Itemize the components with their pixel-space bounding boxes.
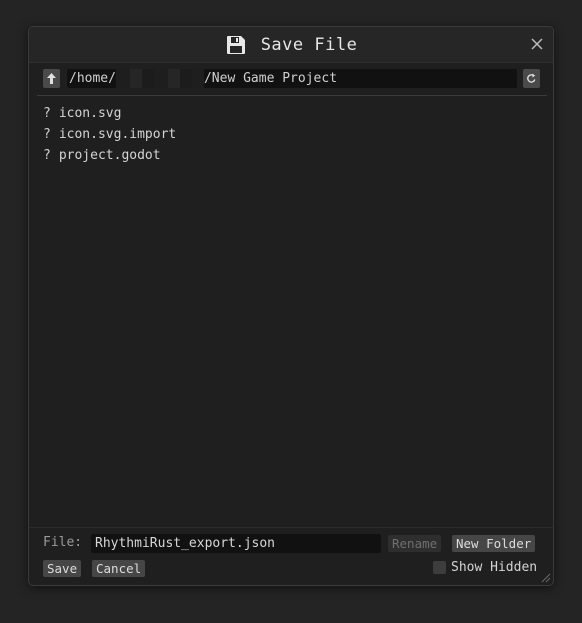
- file-status-marker: ?: [43, 127, 51, 142]
- file-label: File:: [43, 535, 83, 550]
- show-hidden-checkbox[interactable]: [433, 561, 446, 574]
- dialog-title: Save File: [260, 34, 358, 55]
- go-up-button[interactable]: [43, 69, 60, 88]
- arrow-up-icon: [47, 73, 56, 84]
- path-input[interactable]: /home/ /New Game Project: [67, 69, 517, 88]
- file-name: icon.svg.import: [58, 127, 177, 142]
- footer-divider: [29, 527, 553, 528]
- cancel-button[interactable]: Cancel: [92, 560, 146, 577]
- file-name-row: File: RhythmiRust_export.json Rename New…: [43, 533, 543, 553]
- resize-grip-icon[interactable]: [539, 571, 551, 583]
- refresh-button[interactable]: [523, 69, 540, 88]
- save-button[interactable]: Save: [43, 560, 82, 577]
- floppy-disk-icon: [226, 35, 245, 54]
- title-group: Save File: [29, 27, 553, 62]
- path-suffix: /New Game Project: [203, 71, 338, 86]
- close-button[interactable]: [529, 36, 545, 52]
- file-status-marker: ?: [43, 106, 51, 121]
- close-icon: [531, 38, 543, 50]
- file-list-item[interactable]: ? project.godot: [43, 145, 539, 166]
- path-prefix: /home/: [69, 71, 116, 86]
- file-list-item[interactable]: ? icon.svg.import: [43, 124, 539, 145]
- redacted-path-segment: [115, 69, 204, 88]
- new-folder-button[interactable]: New Folder: [452, 535, 536, 552]
- file-status-marker: ?: [43, 148, 51, 163]
- rename-button[interactable]: Rename: [388, 535, 442, 552]
- file-name: project.godot: [58, 148, 161, 163]
- path-separator: [37, 95, 547, 96]
- show-hidden-label[interactable]: Show Hidden: [451, 559, 537, 577]
- path-bar: /home/ /New Game Project: [29, 67, 553, 91]
- file-name-input[interactable]: RhythmiRust_export.json: [91, 534, 381, 553]
- file-name: icon.svg: [58, 106, 122, 121]
- file-list-item[interactable]: ? icon.svg: [43, 103, 539, 124]
- save-file-dialog: Save File /home/ /New Game Project ? icon.…: [28, 26, 554, 586]
- title-bar[interactable]: Save File: [29, 27, 553, 63]
- file-list[interactable]: ? icon.svg ? icon.svg.import ? project.godo…: [43, 103, 539, 523]
- refresh-icon: [527, 73, 536, 83]
- action-row: Save Cancel Show Hidden: [43, 559, 543, 579]
